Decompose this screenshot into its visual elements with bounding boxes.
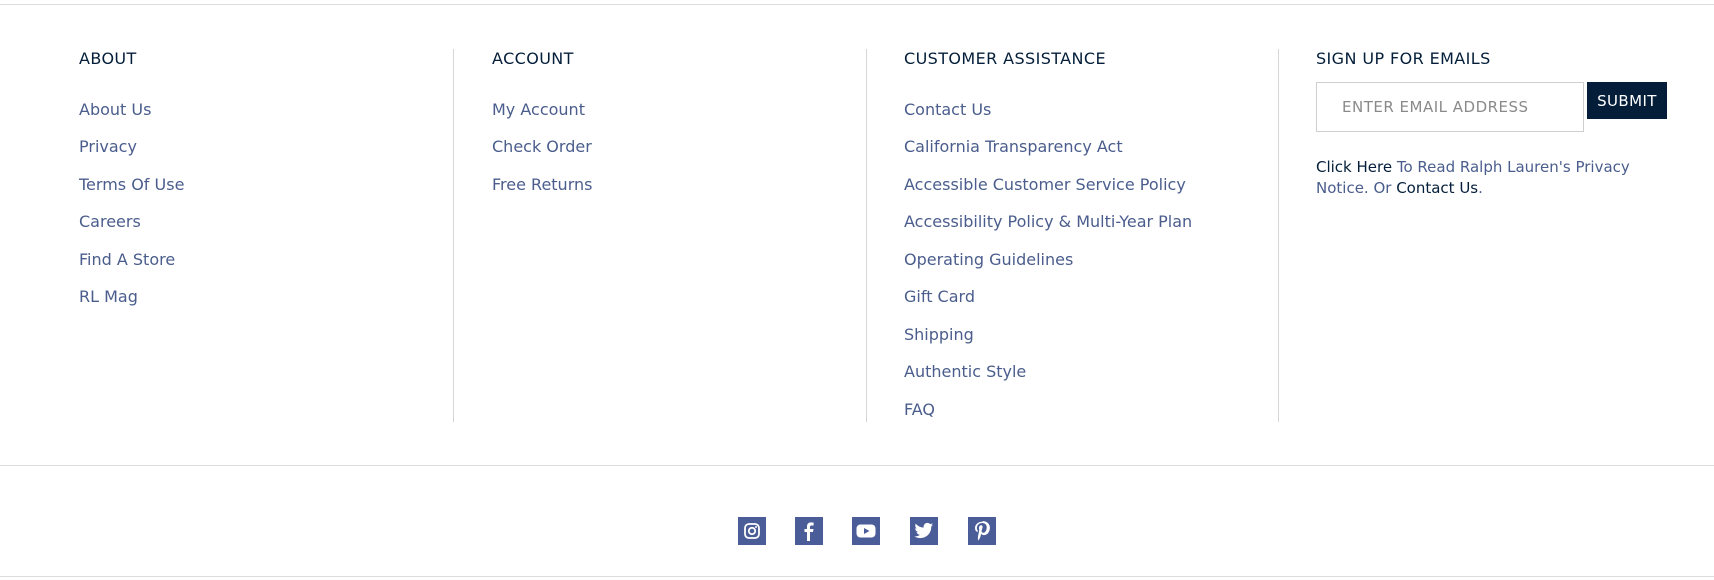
free-returns-link[interactable]: Free Returns — [492, 175, 592, 195]
rl-mag-link[interactable]: RL Mag — [79, 287, 138, 307]
faq-link[interactable]: FAQ — [904, 400, 935, 420]
facebook-icon[interactable] — [795, 517, 823, 545]
privacy-link[interactable]: Privacy — [79, 137, 137, 157]
gift-card-link[interactable]: Gift Card — [904, 287, 975, 307]
click-here-link[interactable]: Click Here — [1316, 158, 1392, 176]
footer-column-about: ABOUT About Us Privacy Terms Of Use Care… — [79, 49, 453, 422]
footer-column-customer-assistance: CUSTOMER ASSISTANCE Contact Us Californi… — [904, 49, 1278, 422]
operating-guidelines-link[interactable]: Operating Guidelines — [904, 250, 1073, 270]
bottom-divider — [0, 576, 1714, 577]
california-transparency-act-link[interactable]: California Transparency Act — [904, 137, 1123, 157]
contact-us-inline-link[interactable]: Contact Us — [1396, 179, 1478, 197]
privacy-note-period: . — [1478, 179, 1483, 197]
email-input[interactable] — [1316, 82, 1584, 132]
contact-us-link[interactable]: Contact Us — [904, 100, 991, 120]
twitter-icon[interactable] — [910, 517, 938, 545]
email-signup-heading: SIGN UP FOR EMAILS — [1316, 49, 1491, 68]
authentic-style-link[interactable]: Authentic Style — [904, 362, 1026, 382]
check-order-link[interactable]: Check Order — [492, 137, 592, 157]
footer-column-email-signup: SIGN UP FOR EMAILS SUBMIT Click Here To … — [1316, 49, 1676, 422]
youtube-icon[interactable] — [852, 517, 880, 545]
pinterest-icon[interactable] — [968, 517, 996, 545]
find-a-store-link[interactable]: Find A Store — [79, 250, 175, 270]
footer-divider — [0, 465, 1714, 466]
my-account-link[interactable]: My Account — [492, 100, 585, 120]
customer-assistance-heading: CUSTOMER ASSISTANCE — [904, 49, 1106, 68]
accessibility-policy-link[interactable]: Accessibility Policy & Multi-Year Plan — [904, 212, 1192, 232]
privacy-notice-text: Click Here To Read Ralph Lauren's Privac… — [1316, 157, 1646, 199]
column-divider — [453, 49, 454, 422]
submit-button[interactable]: SUBMIT — [1587, 82, 1667, 119]
terms-of-use-link[interactable]: Terms Of Use — [79, 175, 184, 195]
footer-column-account: ACCOUNT My Account Check Order Free Retu… — [492, 49, 866, 422]
shipping-link[interactable]: Shipping — [904, 325, 974, 345]
instagram-icon[interactable] — [738, 517, 766, 545]
careers-link[interactable]: Careers — [79, 212, 141, 232]
accessible-customer-service-policy-link[interactable]: Accessible Customer Service Policy — [904, 175, 1186, 195]
column-divider — [1278, 49, 1279, 422]
account-heading: ACCOUNT — [492, 49, 574, 68]
about-us-link[interactable]: About Us — [79, 100, 151, 120]
top-divider — [0, 4, 1714, 5]
social-links — [0, 517, 1714, 545]
column-divider — [866, 49, 867, 422]
about-heading: ABOUT — [79, 49, 137, 68]
